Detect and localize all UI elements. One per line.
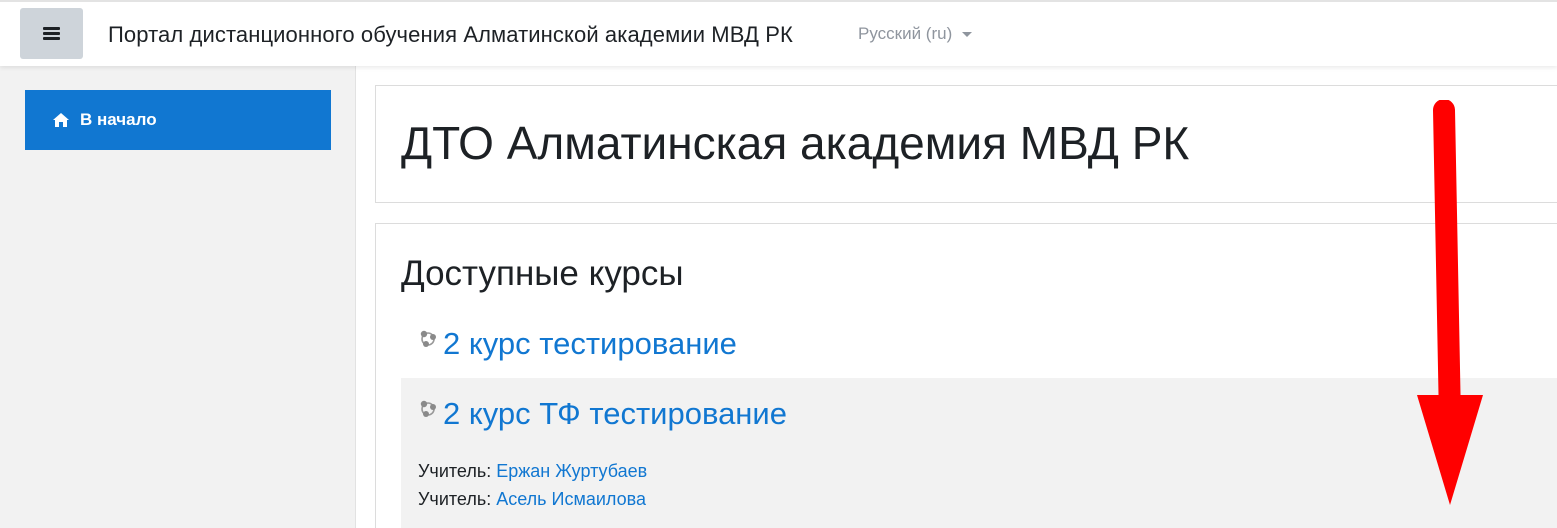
course-link[interactable]: 2 курс ТФ тестирование <box>443 396 787 432</box>
home-icon <box>53 113 69 127</box>
teacher-role-label: Учитель: <box>418 489 492 509</box>
language-menu[interactable]: Русский (ru) <box>858 24 973 44</box>
section-title: Доступные курсы <box>401 254 684 293</box>
teacher-role-label: Учитель: <box>418 461 492 481</box>
course-link[interactable]: 2 курс тестирование <box>443 326 737 362</box>
nav-drawer: В начало <box>0 66 356 528</box>
course-teacher: Учитель: Ержан Журтубаев <box>418 461 647 482</box>
page: Портал дистанционного обучения Алматинск… <box>0 0 1557 528</box>
course-item: 2 курс тестирование <box>401 320 1557 378</box>
course-category-icon <box>420 400 436 417</box>
top-navbar: Портал дистанционного обучения Алматинск… <box>0 0 1557 66</box>
nav-home-link[interactable]: В начало <box>25 90 331 150</box>
page-title: ДТО Алматинская академия МВД РК <box>401 117 1190 169</box>
course-item: 2 курс ТФ тестирование Учитель: Ержан Жу… <box>401 378 1557 528</box>
main-region: ДТО Алматинская академия МВД РК Доступны… <box>356 66 1557 528</box>
site-name[interactable]: Портал дистанционного обучения Алматинск… <box>108 22 793 48</box>
page-header: ДТО Алматинская академия МВД РК <box>375 85 1557 203</box>
language-label: Русский (ru) <box>858 24 953 43</box>
drawer-toggle-button[interactable] <box>20 8 83 59</box>
caret-down-icon <box>962 31 973 37</box>
hamburger-icon <box>43 27 60 40</box>
course-category-icon <box>420 330 436 347</box>
teacher-link[interactable]: Ержан Журтубаев <box>496 461 647 481</box>
nav-home-label: В начало <box>80 110 157 129</box>
available-courses-section: Доступные курсы 2 курс тестирование 2 ку… <box>375 223 1557 528</box>
scroll-down-arrow-icon <box>1417 100 1483 505</box>
course-teacher: Учитель: Асель Исмаилова <box>418 489 646 510</box>
teacher-link[interactable]: Асель Исмаилова <box>496 489 646 509</box>
